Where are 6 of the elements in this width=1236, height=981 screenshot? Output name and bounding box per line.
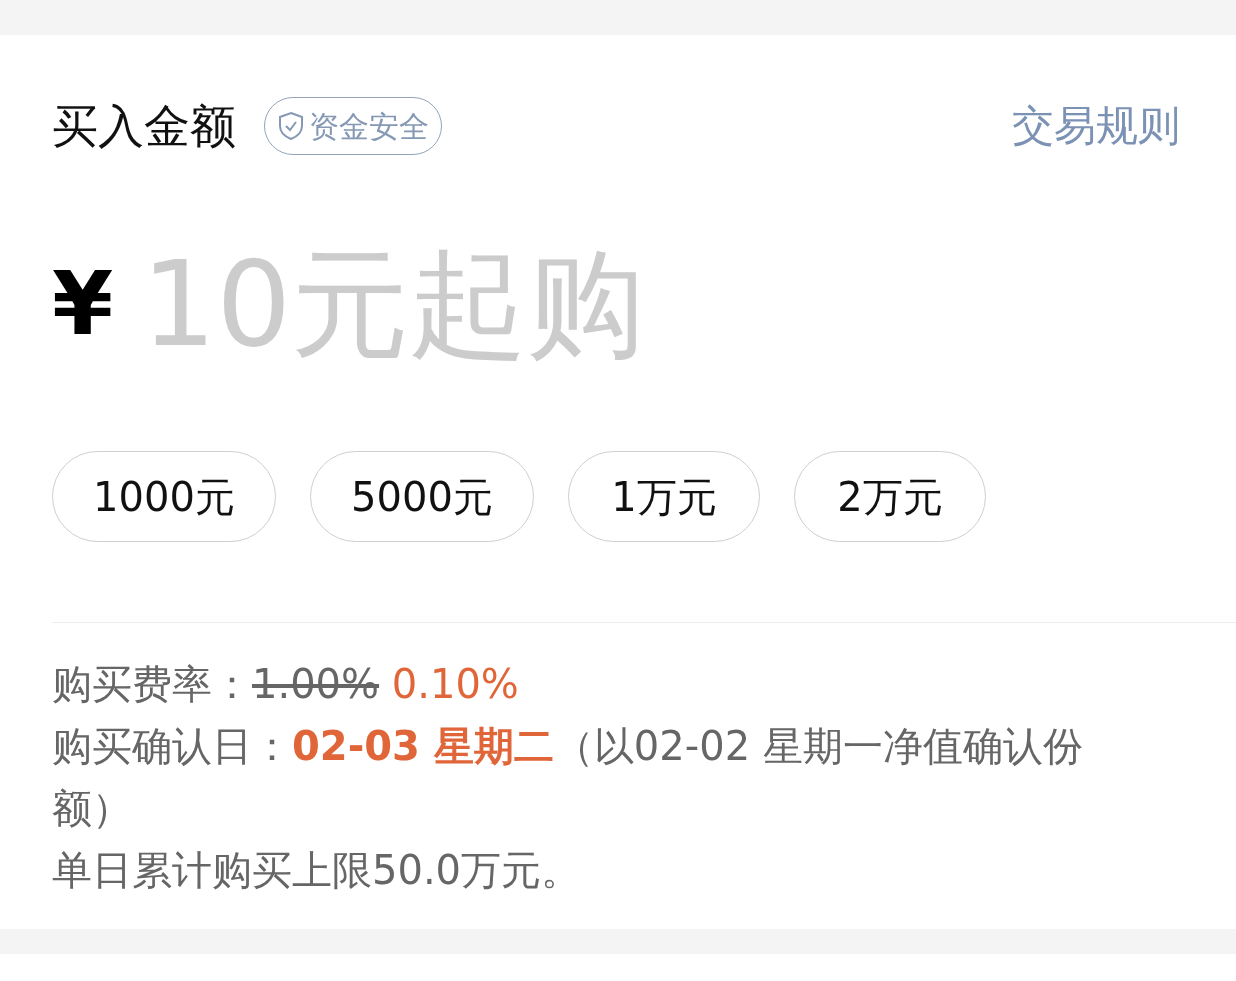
confirm-date-text: 购买确认日：02-03 星期二（以02-02 星期一净值确认份额） [52, 722, 1084, 833]
section-title: 买入金额 [52, 103, 236, 149]
shield-icon [277, 111, 305, 141]
fee-rate-text: 购买费率：1.00% 0.10% [52, 660, 520, 709]
purchase-limit-text: 单日累计购买上限50.0万元。 [52, 846, 583, 895]
currency-symbol: ¥ [52, 260, 114, 348]
